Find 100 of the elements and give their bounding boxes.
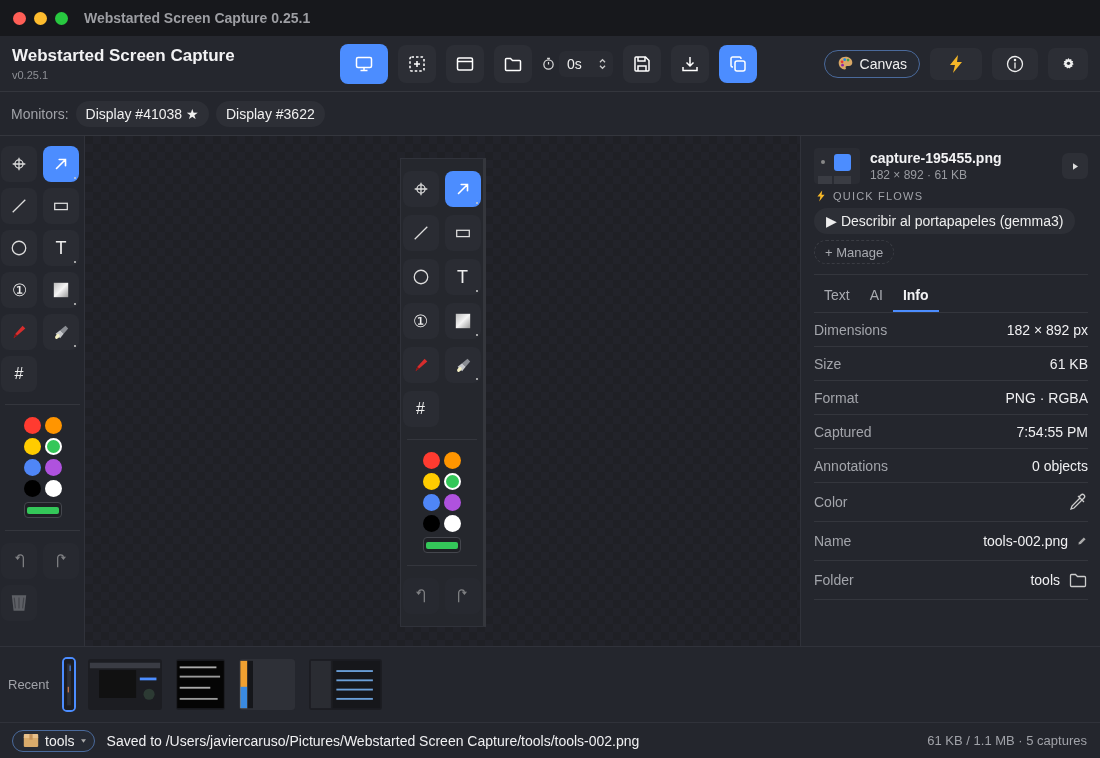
- tool-button[interactable]: ①: [1, 272, 37, 308]
- timer-select[interactable]: 0s: [559, 50, 613, 77]
- tool-button[interactable]: [43, 188, 79, 224]
- tab[interactable]: AI: [859, 279, 893, 312]
- save-button[interactable]: [623, 44, 661, 83]
- pencil-icon[interactable]: [1076, 535, 1088, 547]
- color-swatch[interactable]: [443, 473, 461, 490]
- color-swatch[interactable]: [44, 438, 62, 455]
- info-value: tools-002.png: [983, 533, 1068, 549]
- caret-icon: [80, 738, 86, 743]
- tool-button[interactable]: [402, 259, 439, 295]
- color-swatch[interactable]: [23, 438, 41, 455]
- color-swatch[interactable]: [443, 515, 461, 532]
- quick-flow-button[interactable]: ▶ Describir al portapapeles (gemma3): [814, 208, 1076, 234]
- color-swatch[interactable]: [422, 473, 440, 490]
- tool-button[interactable]: [43, 314, 79, 350]
- color-swatch[interactable]: [422, 515, 440, 532]
- tool-button[interactable]: [444, 215, 481, 251]
- download-button[interactable]: [671, 44, 709, 83]
- color-swatch[interactable]: [23, 480, 41, 497]
- recent-capture[interactable]: [237, 657, 298, 712]
- stroke-width-button[interactable]: [23, 502, 62, 518]
- undo-icon: [416, 589, 425, 603]
- info-value: 182 × 892 px: [1006, 321, 1088, 338]
- color-swatch[interactable]: [23, 459, 41, 476]
- close-button[interactable]: [13, 11, 26, 25]
- tool-button[interactable]: T: [444, 259, 481, 295]
- tool-button[interactable]: [402, 171, 439, 207]
- undo-icon: [14, 554, 24, 568]
- stopwatch-icon: [542, 57, 555, 70]
- color-swatch[interactable]: [23, 417, 41, 434]
- app-name: Webstarted Screen Capture: [12, 46, 236, 66]
- storage-stats: 61 KB / 1.1 MB · 5 captures: [927, 733, 1087, 748]
- tool-button[interactable]: T: [43, 230, 79, 266]
- info-value: PNG · RGBA: [1005, 389, 1088, 406]
- copy-button[interactable]: [719, 44, 757, 83]
- info-icon: [1005, 53, 1025, 74]
- tool-button[interactable]: ①: [402, 303, 439, 339]
- circle-icon: [411, 268, 430, 286]
- color-swatch[interactable]: [44, 417, 62, 434]
- info-label: Dimensions: [814, 321, 888, 338]
- monitors-label: Monitors:: [11, 105, 69, 122]
- tab[interactable]: Info: [892, 279, 939, 312]
- tool-button[interactable]: [1, 230, 37, 266]
- blur-icon: [453, 312, 472, 330]
- info-value: 7:54:55 PM: [1016, 423, 1088, 440]
- tool-button[interactable]: [444, 171, 481, 207]
- tool-button[interactable]: [43, 272, 79, 308]
- color-swatch[interactable]: [44, 459, 62, 476]
- window-title: Webstarted Screen Capture 0.25.1: [84, 10, 311, 26]
- color-swatch[interactable]: [443, 494, 461, 511]
- tool-button[interactable]: #: [402, 391, 439, 427]
- region-capture-button[interactable]: [398, 44, 436, 83]
- zoom-button[interactable]: [55, 11, 68, 25]
- chevron-up-down-icon: [598, 57, 607, 70]
- crosshair-icon: [10, 155, 28, 173]
- canvas-button[interactable]: Canvas: [823, 49, 920, 78]
- recent-capture[interactable]: [62, 657, 77, 712]
- open-folder-button[interactable]: [494, 44, 532, 83]
- paint-palette-icon: [836, 55, 854, 72]
- play-icon: [1072, 162, 1078, 170]
- tool-button[interactable]: [444, 347, 481, 383]
- quick-flows-button[interactable]: [930, 47, 982, 80]
- color-swatch[interactable]: [443, 452, 461, 469]
- minimize-button[interactable]: [34, 11, 47, 25]
- box-icon: [23, 733, 39, 748]
- monitor-chip[interactable]: Display #41038 ★: [75, 100, 209, 127]
- tool-button[interactable]: [1, 146, 37, 182]
- section-title: QUICK FLOWS: [833, 190, 924, 202]
- settings-button[interactable]: [1048, 47, 1088, 80]
- tool-button[interactable]: [43, 146, 79, 182]
- stroke-width-button[interactable]: [422, 537, 461, 553]
- screen-capture-button[interactable]: [340, 43, 388, 84]
- app-version: v0.25.1: [12, 69, 50, 81]
- monitor-chip[interactable]: Display #3622: [216, 100, 325, 127]
- color-swatch[interactable]: [422, 452, 440, 469]
- redo-icon: [458, 589, 467, 603]
- circle-icon: [10, 239, 28, 257]
- file-details: 182 × 892 · 61 KB: [870, 168, 969, 182]
- recent-capture[interactable]: [174, 657, 228, 712]
- color-swatch[interactable]: [422, 494, 440, 511]
- expand-button[interactable]: [1062, 153, 1088, 179]
- info-value: 0 objects: [1031, 457, 1088, 474]
- settings-icon: [1061, 57, 1075, 70]
- info-label: Name: [814, 533, 852, 549]
- tab[interactable]: Text: [814, 279, 860, 312]
- trash-icon: [10, 594, 28, 612]
- tool-button[interactable]: [444, 303, 481, 339]
- info-label: Format: [814, 389, 859, 406]
- folder-select[interactable]: tools: [12, 729, 95, 752]
- window-capture-button[interactable]: [446, 44, 484, 83]
- info-button[interactable]: [992, 47, 1038, 80]
- tool-button[interactable]: #: [1, 356, 37, 392]
- eyedropper-icon[interactable]: [1068, 492, 1088, 512]
- recent-label: Recent: [8, 677, 50, 692]
- color-swatch[interactable]: [44, 480, 62, 497]
- dashed-square-plus-icon: [407, 53, 427, 74]
- info-label: Annotations: [814, 457, 888, 474]
- info-label: Color: [814, 494, 848, 510]
- flashlight-icon: [52, 323, 70, 341]
